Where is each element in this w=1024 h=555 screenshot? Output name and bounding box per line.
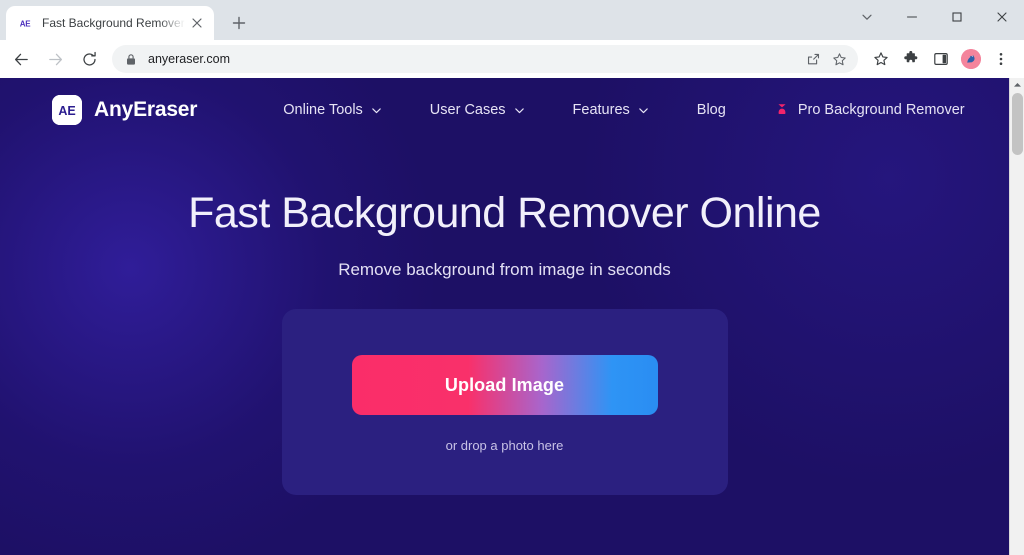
share-icon bbox=[807, 53, 819, 64]
pro-badge-icon bbox=[774, 102, 790, 118]
star-outline-icon bbox=[832, 52, 846, 65]
chevron-down-icon bbox=[514, 107, 524, 113]
page-title: Fast Background Remover Online bbox=[188, 189, 821, 237]
nav-label-features: Features bbox=[572, 102, 630, 118]
scrollbar-thumb[interactable] bbox=[1011, 93, 1023, 155]
avatar bbox=[961, 49, 981, 69]
back-arrow-icon bbox=[14, 53, 28, 65]
puzzle-piece-icon bbox=[904, 51, 918, 63]
reload-icon bbox=[82, 51, 96, 66]
tab-search-button[interactable] bbox=[844, 0, 889, 34]
chevron-down-icon bbox=[372, 107, 381, 113]
scrollbar-up-arrow[interactable] bbox=[1010, 78, 1024, 92]
page-viewport: AE AnyEraser Online Tools User Cases Fea… bbox=[0, 78, 1024, 555]
upload-dropzone[interactable]: Upload Image or drop a photo here bbox=[281, 309, 728, 496]
side-panel-button[interactable] bbox=[927, 45, 955, 73]
svg-text:AE: AE bbox=[58, 104, 75, 118]
bookmarks-button[interactable] bbox=[867, 45, 895, 73]
new-tab-button[interactable] bbox=[224, 8, 254, 38]
forward-arrow-icon bbox=[48, 53, 62, 65]
close-icon bbox=[192, 18, 202, 28]
page-subtitle: Remove background from image in seconds bbox=[338, 260, 671, 280]
nav-item-blog[interactable]: Blog bbox=[697, 94, 726, 126]
minimize-button[interactable] bbox=[889, 0, 934, 34]
nav-label-blog: Blog bbox=[696, 102, 726, 118]
chevron-down-icon bbox=[639, 107, 648, 113]
avatar-icon bbox=[961, 49, 981, 69]
browser-window: AE Fast Background Remover - R anyeraser… bbox=[0, 0, 1024, 555]
upload-image-button[interactable]: Upload Image bbox=[351, 355, 658, 416]
chevron-down-icon bbox=[861, 14, 872, 20]
drop-hint-text: or drop a photo here bbox=[445, 438, 564, 454]
hero-section: Fast Background Remover Online Remove ba… bbox=[0, 142, 1009, 496]
lock-icon bbox=[125, 53, 137, 66]
tab-favicon: AE bbox=[17, 15, 33, 31]
window-close-button[interactable] bbox=[979, 0, 1024, 34]
logo-mark-icon: AE bbox=[52, 95, 82, 125]
plus-icon bbox=[232, 16, 246, 30]
address-bar-url: anyeraser.com bbox=[148, 52, 230, 66]
tab-close-button[interactable] bbox=[188, 14, 206, 32]
site-navigation: Online Tools User Cases Features Blog Pr… bbox=[283, 94, 964, 126]
browser-toolbar: anyeraser.com bbox=[0, 40, 1024, 78]
side-panel-icon bbox=[934, 52, 948, 66]
ae-logo-icon: AE bbox=[52, 95, 82, 125]
favicon-ae-glyph: AE bbox=[17, 15, 33, 31]
site-header: AE AnyEraser Online Tools User Cases Fea… bbox=[0, 78, 1009, 142]
share-button[interactable] bbox=[800, 46, 826, 72]
lock-icon-glyph bbox=[127, 53, 135, 65]
web-page: AE AnyEraser Online Tools User Cases Fea… bbox=[0, 78, 1009, 555]
svg-text:AE: AE bbox=[20, 19, 31, 28]
forward-button[interactable] bbox=[40, 44, 70, 74]
reload-button[interactable] bbox=[74, 44, 104, 74]
minimize-icon bbox=[906, 16, 917, 18]
nav-item-online-tools[interactable]: Online Tools bbox=[283, 94, 382, 126]
nav-item-features[interactable]: Features bbox=[573, 94, 649, 126]
extensions-button[interactable] bbox=[897, 45, 925, 73]
maximize-icon bbox=[951, 12, 962, 22]
address-bar[interactable]: anyeraser.com bbox=[112, 45, 858, 73]
maximize-button[interactable] bbox=[934, 0, 979, 34]
tab-title: Fast Background Remover - R bbox=[42, 16, 188, 30]
nav-item-pro-background-remover[interactable]: Pro Background Remover bbox=[774, 94, 965, 126]
chevron-up-icon bbox=[1013, 83, 1021, 87]
bookmark-this-page-button[interactable] bbox=[826, 46, 852, 72]
nav-label-user-cases: User Cases bbox=[429, 102, 506, 118]
three-dot-menu-icon bbox=[999, 53, 1003, 65]
nav-item-user-cases[interactable]: User Cases bbox=[430, 94, 525, 126]
close-icon bbox=[996, 12, 1007, 22]
browser-tab-active[interactable]: AE Fast Background Remover - R bbox=[6, 6, 214, 40]
profile-button[interactable] bbox=[957, 45, 985, 73]
back-button[interactable] bbox=[6, 44, 36, 74]
pro-badge-icon-glyph bbox=[778, 104, 786, 114]
star-icon bbox=[874, 52, 888, 66]
tab-strip: AE Fast Background Remover - R bbox=[0, 0, 1024, 40]
browser-menu-button[interactable] bbox=[987, 45, 1015, 73]
site-logo[interactable]: AE AnyEraser bbox=[52, 95, 197, 125]
window-controls bbox=[844, 0, 1024, 34]
nav-label-online-tools: Online Tools bbox=[283, 102, 363, 118]
vertical-scrollbar[interactable] bbox=[1009, 78, 1024, 555]
logo-text: AnyEraser bbox=[94, 98, 198, 121]
nav-label-pro-background-remover: Pro Background Remover bbox=[797, 102, 965, 118]
